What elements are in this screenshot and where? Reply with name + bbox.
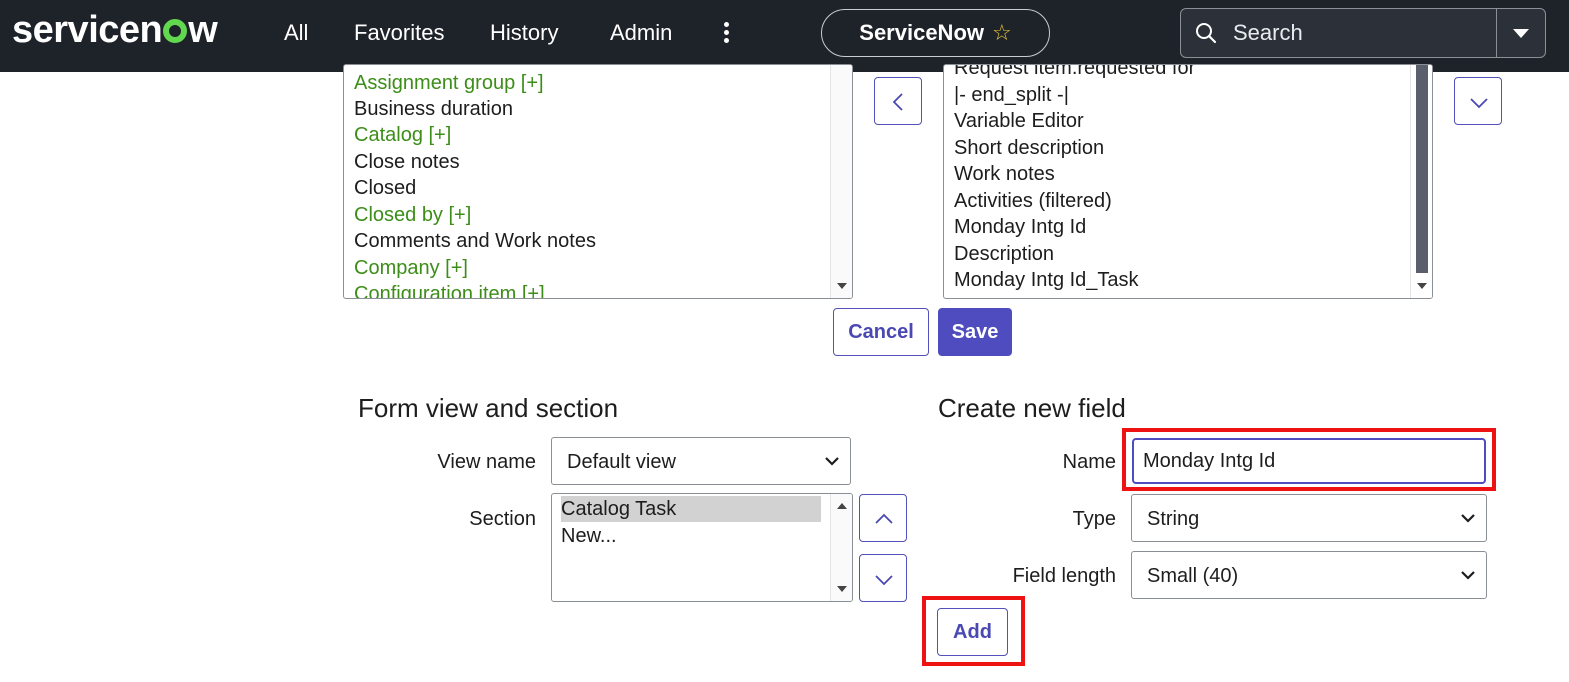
available-fields-list[interactable]: Assignment group [+] Business duration C… xyxy=(343,64,853,299)
more-menu-icon[interactable] xyxy=(718,20,734,48)
field-length-label: Field length xyxy=(1012,565,1116,587)
selected-field-item[interactable]: Work notes xyxy=(954,161,1055,187)
section-move-down-button[interactable] xyxy=(859,554,907,602)
caret-down-icon xyxy=(1513,29,1529,38)
chevron-down-icon xyxy=(1461,571,1475,580)
section-list-scrollbar[interactable] xyxy=(830,494,852,601)
logo-text-start: servicen xyxy=(12,9,163,51)
nav-all[interactable]: All xyxy=(284,18,308,48)
selected-field-item[interactable]: Description xyxy=(954,241,1054,267)
chevron-down-icon xyxy=(825,457,839,466)
save-button[interactable]: Save xyxy=(938,308,1012,356)
selected-list-scrollbar[interactable] xyxy=(1410,65,1432,298)
field-name-input[interactable] xyxy=(1132,438,1486,484)
selected-field-item[interactable]: Monday Intg Id xyxy=(954,214,1086,240)
available-field-item[interactable]: Company [+] xyxy=(354,255,468,281)
chevron-down-icon xyxy=(875,575,893,586)
servicenow-logo[interactable]: servicen w xyxy=(12,8,218,52)
cancel-button[interactable]: Cancel xyxy=(833,308,929,356)
available-field-item[interactable]: Closed by [+] xyxy=(354,202,471,228)
section-label: Section xyxy=(469,508,536,530)
selected-fields-list[interactable]: Request item.requested for |- end_split … xyxy=(943,64,1433,299)
selected-field-item[interactable]: |- end_split -| xyxy=(954,82,1069,108)
scroll-down-arrow-icon[interactable] xyxy=(837,283,847,289)
search-scope-dropdown[interactable] xyxy=(1497,9,1546,57)
search-input[interactable] xyxy=(1233,18,1533,48)
selected-field-item[interactable]: Monday Intg Id_Task xyxy=(954,267,1139,293)
scrollbar-thumb[interactable] xyxy=(1416,65,1428,273)
form-view-section-heading: Form view and section xyxy=(358,393,619,423)
available-field-item[interactable]: Closed xyxy=(354,175,416,201)
section-move-up-button[interactable] xyxy=(859,494,907,542)
section-list[interactable]: Catalog Task New... xyxy=(551,493,853,602)
logo-o-ring xyxy=(163,19,188,43)
available-field-item[interactable]: Catalog [+] xyxy=(354,122,451,148)
app-scope-pill[interactable]: ServiceNow ☆ xyxy=(821,9,1050,57)
star-icon[interactable]: ☆ xyxy=(992,22,1012,44)
selected-field-item[interactable]: Variable Editor xyxy=(954,108,1084,134)
create-field-heading: Create new field xyxy=(938,393,1126,423)
section-item-new[interactable]: New... xyxy=(561,523,617,549)
view-name-select[interactable]: Default view xyxy=(551,437,851,485)
available-field-item[interactable]: Business duration xyxy=(354,96,513,122)
chevron-down-icon xyxy=(1461,514,1475,523)
field-name-label: Name xyxy=(1062,451,1116,473)
selected-field-item[interactable]: Request item.requested for xyxy=(954,65,1195,81)
available-field-item[interactable]: Assignment group [+] xyxy=(354,70,544,96)
logo-text-end: w xyxy=(188,9,218,51)
search-icon xyxy=(1196,23,1217,44)
scroll-down-arrow-icon[interactable] xyxy=(1417,283,1427,289)
field-length-value: Small (40) xyxy=(1147,565,1239,587)
field-type-label: Type xyxy=(1072,508,1116,530)
selected-field-item[interactable]: Activities (filtered) xyxy=(954,188,1112,214)
available-field-item[interactable]: Close notes xyxy=(354,149,460,175)
view-name-value: Default view xyxy=(567,451,676,473)
view-name-label: View name xyxy=(437,451,536,473)
chevron-left-icon xyxy=(892,93,903,111)
chevron-down-icon xyxy=(1470,98,1488,109)
move-down-button[interactable] xyxy=(1454,77,1502,125)
global-search xyxy=(1180,8,1546,58)
available-field-item[interactable]: Comments and Work notes xyxy=(354,228,596,254)
nav-admin[interactable]: Admin xyxy=(610,18,672,48)
scroll-down-arrow-icon[interactable] xyxy=(837,586,847,592)
section-item-catalog-task[interactable]: Catalog Task xyxy=(561,496,676,522)
app-scope-label: ServiceNow xyxy=(859,20,984,45)
field-type-value: String xyxy=(1147,508,1200,530)
field-length-select[interactable]: Small (40) xyxy=(1131,551,1487,599)
chevron-up-icon xyxy=(875,513,893,524)
nav-history[interactable]: History xyxy=(490,18,558,48)
top-nav-bar: servicen w All Favorites History Admin Se… xyxy=(0,0,1569,72)
available-list-scrollbar[interactable] xyxy=(830,65,852,298)
field-type-select[interactable]: String xyxy=(1131,494,1487,542)
nav-favorites[interactable]: Favorites xyxy=(354,18,444,48)
remove-field-button[interactable] xyxy=(874,77,922,125)
add-field-button[interactable]: Add xyxy=(937,608,1008,656)
selected-field-item[interactable]: Short description xyxy=(954,135,1104,161)
available-field-item[interactable]: Configuration item [+] xyxy=(354,281,545,298)
scroll-up-arrow-icon[interactable] xyxy=(837,503,847,509)
